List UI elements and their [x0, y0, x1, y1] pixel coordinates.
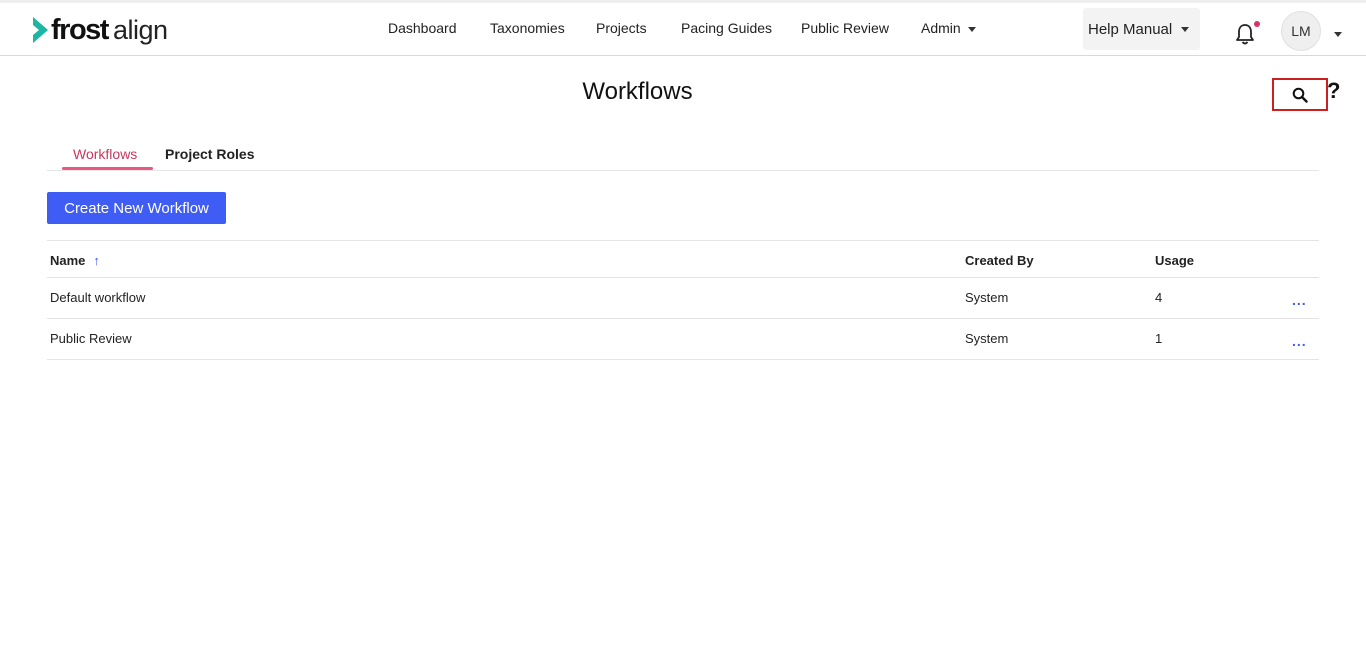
nav-public-review[interactable]: Public Review	[801, 20, 889, 36]
chevron-down-icon[interactable]	[1334, 32, 1342, 37]
more-options-icon[interactable]: ...	[1292, 293, 1307, 307]
more-options-icon[interactable]: ...	[1292, 334, 1307, 348]
chevron-down-icon	[1181, 26, 1190, 32]
tab-bar: Workflows Project Roles	[47, 138, 1319, 171]
column-header-usage[interactable]: Usage	[1155, 253, 1194, 268]
logo-chevron-icon	[33, 17, 48, 43]
column-header-name-label: Name	[50, 253, 86, 268]
workflow-name[interactable]: Public Review	[50, 331, 132, 346]
nav-taxonomies[interactable]: Taxonomies	[490, 20, 565, 36]
tab-workflows[interactable]: Workflows	[73, 146, 137, 162]
nav-projects[interactable]: Projects	[596, 20, 647, 36]
workflow-usage: 4	[1155, 290, 1163, 305]
column-header-name[interactable]: Name ↑	[50, 253, 100, 268]
top-nav-bar: frost align Dashboard Taxonomies Project…	[0, 0, 1366, 56]
table-row[interactable]: Default workflow System 4 ...	[47, 278, 1319, 319]
workflows-table: Name ↑ Created By Usage Default workflow …	[47, 240, 1319, 360]
column-header-created-by[interactable]: Created By	[965, 253, 1034, 268]
bell-icon[interactable]	[1234, 22, 1256, 46]
user-avatar[interactable]: LM	[1281, 11, 1321, 51]
nav-admin-label: Admin	[921, 20, 961, 36]
create-new-workflow-button[interactable]: Create New Workflow	[47, 192, 226, 224]
table-row[interactable]: Public Review System 1 ...	[47, 319, 1319, 360]
nav-dashboard[interactable]: Dashboard	[388, 20, 457, 36]
logo-text-bold: frost	[51, 13, 109, 46]
logo-text-light: align	[112, 14, 168, 45]
search-button[interactable]	[1272, 78, 1328, 111]
avatar-initials: LM	[1291, 23, 1311, 39]
nav-pacing-guides[interactable]: Pacing Guides	[681, 20, 772, 36]
help-question-icon[interactable]: ?	[1327, 78, 1340, 104]
tab-project-roles[interactable]: Project Roles	[165, 146, 254, 162]
workflow-name[interactable]: Default workflow	[50, 290, 145, 305]
notification-dot	[1254, 21, 1260, 27]
chevron-down-icon	[967, 26, 976, 32]
help-manual-dropdown[interactable]: Help Manual	[1083, 8, 1200, 50]
workflow-usage: 1	[1155, 331, 1163, 346]
search-icon	[1292, 87, 1308, 103]
page-title: Workflows	[582, 78, 693, 105]
workflow-created-by: System	[965, 331, 1009, 346]
frost-align-logo[interactable]: frost align	[30, 12, 168, 48]
sort-ascending-icon[interactable]: ↑	[93, 253, 100, 268]
nav-admin-dropdown[interactable]: Admin	[921, 20, 976, 36]
table-header-row: Name ↑ Created By Usage	[47, 240, 1319, 278]
help-manual-label: Help Manual	[1088, 20, 1173, 38]
active-tab-indicator	[62, 167, 153, 170]
workflow-created-by: System	[965, 290, 1009, 305]
